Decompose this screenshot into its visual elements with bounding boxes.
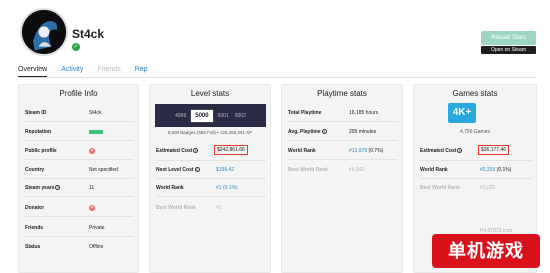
tab-overview[interactable]: Overview xyxy=(18,64,48,77)
divider xyxy=(25,236,134,237)
info-icon[interactable]: i xyxy=(457,148,463,154)
divider xyxy=(25,178,134,179)
tab-rep[interactable]: Rep xyxy=(135,64,148,77)
level-badge: 5001 xyxy=(217,112,229,119)
world-rank-link[interactable]: #2,203 xyxy=(480,167,495,173)
divider xyxy=(156,196,266,197)
profile-tabs: Overview Activity Friends Rep xyxy=(18,64,162,77)
open-on-steam-button[interactable]: Open on Steam xyxy=(481,46,536,54)
info-icon[interactable]: i xyxy=(55,185,61,191)
games-count: 4,756 Games xyxy=(459,129,491,135)
divider xyxy=(156,160,266,161)
badges-xp-summary: 6,500 Badges (586 Foil) • 125,266,301 XP xyxy=(167,130,253,135)
row-label: World Rank xyxy=(288,148,316,154)
tab-activity[interactable]: Activity xyxy=(61,64,83,77)
row-label: Total Playtime xyxy=(288,110,322,116)
level-stats-card: Level stats 4999 5000 5001 5002 6,500 Ba… xyxy=(149,84,271,273)
current-level-badge: 5000 xyxy=(190,108,214,123)
row-value: 205 minutes xyxy=(349,129,377,135)
info-icon[interactable]: i xyxy=(321,129,327,135)
row-label: Reputation xyxy=(25,129,52,135)
world-rank-link[interactable]: #1 xyxy=(216,185,222,191)
divider xyxy=(288,121,398,122)
card-title: Level stats xyxy=(190,89,230,98)
tabs-divider xyxy=(18,77,536,78)
row-label: Country xyxy=(25,167,45,173)
row-value: Private xyxy=(89,225,105,231)
row-value: 11 xyxy=(89,185,95,191)
divider xyxy=(25,121,134,122)
row-label: Steam years i xyxy=(25,185,61,191)
divider xyxy=(420,160,532,161)
level-badge: 4999 xyxy=(175,112,187,119)
divider xyxy=(25,196,134,197)
divider xyxy=(420,178,532,179)
row-label: Best World Rank xyxy=(420,185,460,191)
card-title: Playtime stats xyxy=(317,89,367,98)
row-label: Friends xyxy=(25,225,44,231)
world-rank-percent: (0.7%) xyxy=(368,148,384,154)
row-label: World Rank xyxy=(156,185,184,191)
row-label: World Rank xyxy=(420,167,448,173)
verified-icon: ✓ xyxy=(72,43,80,51)
world-rank-percent: (0.1%) xyxy=(222,185,238,191)
row-label: Estimated Cost i xyxy=(420,148,463,154)
row-value: St4ck xyxy=(89,110,102,116)
info-icon[interactable]: i xyxy=(193,148,199,154)
divider xyxy=(156,178,266,179)
row-label: Best World Rank xyxy=(156,205,196,211)
row-label: Best World Rank xyxy=(288,167,328,173)
row-label: Steam ID xyxy=(25,110,47,116)
best-world-rank-value: #6,542 xyxy=(349,167,365,173)
level-badges-banner: 4999 5000 5001 5002 xyxy=(155,104,266,127)
divider xyxy=(288,159,398,160)
next-level-cost-value[interactable]: $199.42 xyxy=(216,167,234,173)
profile-page: St4ck ✓ Reload Stats Open on Steam Overv… xyxy=(0,0,550,273)
avatar-image xyxy=(22,10,66,54)
card-title: Profile Info xyxy=(59,89,98,98)
card-title: Games stats xyxy=(452,89,498,98)
world-rank-percent: (0.1%) xyxy=(496,167,512,173)
row-label: Public profile xyxy=(25,148,57,154)
row-label: Next Level Cost i xyxy=(156,167,200,173)
row-label: Donator xyxy=(25,205,45,211)
reload-stats-button[interactable]: Reload Stats xyxy=(481,31,536,45)
level-badge: 5002 xyxy=(234,112,246,119)
reputation-badge xyxy=(89,129,103,135)
row-value: Not specified xyxy=(89,167,118,173)
divider xyxy=(288,140,398,141)
row-value: 16,185 hours xyxy=(349,110,379,116)
world-rank-link[interactable]: #12,979 xyxy=(349,148,367,154)
no-icon: ✕ xyxy=(89,148,95,154)
divider xyxy=(25,159,134,160)
username: St4ck xyxy=(72,27,105,41)
no-icon: ✕ xyxy=(89,205,95,211)
row-label: Estimated Cost i xyxy=(156,148,199,154)
playtime-stats-card: Playtime stats Total Playtime 16,185 hou… xyxy=(281,84,403,273)
row-value: Offline xyxy=(89,244,104,250)
best-world-rank-value: #1,025 xyxy=(480,185,496,191)
estimated-cost-value: $242,861.66 xyxy=(214,145,248,155)
estimated-cost-value: $36,177.46 xyxy=(478,145,510,155)
divider xyxy=(25,140,134,141)
divider xyxy=(25,216,134,217)
games-tier-icon: 4K+ xyxy=(448,103,476,123)
watermark-logo: 单机游戏 xyxy=(432,234,540,268)
avatar xyxy=(20,8,68,56)
best-world-rank-value: #1 xyxy=(216,205,222,211)
row-label: Status xyxy=(25,244,41,250)
row-label: Avg. Playtime i xyxy=(288,129,327,135)
tab-friends: Friends xyxy=(97,66,121,73)
profile-info-card: Profile Info Steam ID St4ck Reputation P… xyxy=(18,84,139,273)
info-icon[interactable]: i xyxy=(194,167,200,173)
